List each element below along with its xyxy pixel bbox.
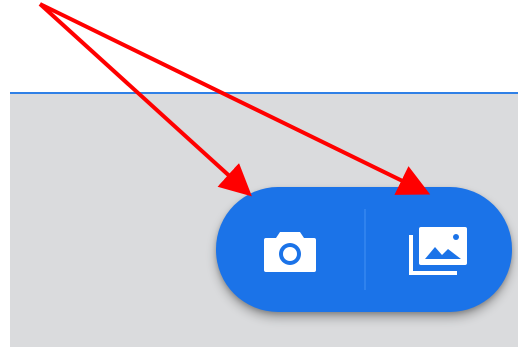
gallery-icon xyxy=(409,226,467,275)
media-action-pill xyxy=(216,187,512,312)
gallery-button[interactable] xyxy=(366,187,512,312)
camera-icon xyxy=(264,231,316,272)
screenshot-stage xyxy=(0,0,518,347)
camera-button[interactable] xyxy=(216,187,364,312)
